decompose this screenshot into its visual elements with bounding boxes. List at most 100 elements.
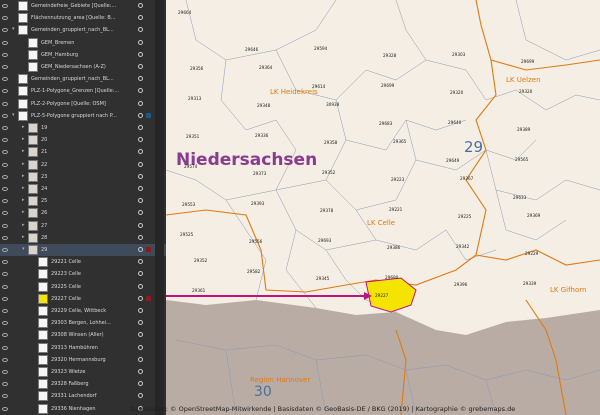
visibility-eye-icon[interactable] [2, 15, 8, 21]
collapse-chevron-icon[interactable]: ▸ [22, 209, 25, 215]
collapse-chevron-icon[interactable]: ▸ [22, 124, 25, 130]
visibility-eye-icon[interactable] [2, 296, 8, 302]
target-circle-icon[interactable] [138, 344, 143, 350]
visibility-eye-icon[interactable] [2, 223, 8, 229]
visibility-eye-icon[interactable] [2, 345, 8, 351]
visibility-eye-icon[interactable] [2, 137, 8, 143]
target-circle-icon[interactable] [138, 76, 143, 82]
target-circle-icon[interactable] [138, 210, 143, 216]
target-circle-icon[interactable] [138, 186, 143, 191]
collapse-chevron-icon[interactable]: ▸ [22, 234, 25, 240]
visibility-eye-icon[interactable] [2, 149, 8, 155]
visibility-eye-icon[interactable] [2, 113, 8, 119]
target-circle-icon[interactable] [138, 283, 143, 289]
visibility-eye-icon[interactable] [2, 162, 8, 168]
visibility-eye-icon[interactable] [2, 259, 8, 265]
visibility-eye-icon[interactable] [2, 125, 8, 131]
layer-row[interactable]: ▾ PLZ-5-Polygone gruppiert nach P... [0, 110, 166, 122]
visibility-eye-icon[interactable] [2, 198, 8, 204]
target-circle-icon[interactable] [138, 198, 143, 204]
visibility-eye-icon[interactable] [2, 88, 8, 94]
expand-chevron-icon[interactable]: ▾ [22, 246, 25, 252]
visibility-eye-icon[interactable] [2, 284, 8, 290]
visibility-eye-icon[interactable] [2, 406, 8, 412]
layer-row[interactable]: ▸ 24 [0, 183, 166, 195]
visibility-eye-icon[interactable] [2, 271, 8, 277]
collapse-chevron-icon[interactable]: ▸ [22, 222, 25, 228]
target-circle-icon[interactable] [138, 308, 143, 313]
layer-row[interactable]: 29328 Faßberg [0, 378, 166, 390]
target-circle-icon[interactable] [138, 112, 143, 118]
target-circle-icon[interactable] [138, 64, 143, 69]
collapse-chevron-icon[interactable]: ▸ [22, 148, 25, 154]
visibility-eye-icon[interactable] [2, 101, 8, 107]
target-circle-icon[interactable] [138, 295, 143, 301]
layer-row[interactable]: Gemeindefreie_Gebiete [Quelle:... [0, 0, 166, 12]
visibility-eye-icon[interactable] [2, 320, 8, 326]
layer-row[interactable]: ▸ 20 [0, 134, 166, 146]
target-circle-icon[interactable] [138, 222, 143, 228]
target-circle-icon[interactable] [138, 88, 143, 94]
visibility-eye-icon[interactable] [2, 76, 8, 82]
visibility-eye-icon[interactable] [2, 247, 8, 253]
layer-row[interactable]: GEM_Niedersachsen (A-Z) [0, 61, 166, 73]
layer-row[interactable]: 29331 Lachendorf [0, 390, 166, 402]
layer-row[interactable]: Gemeinden_gruppiert_nach_BL... [0, 73, 166, 85]
visibility-eye-icon[interactable] [2, 235, 8, 241]
target-circle-icon[interactable] [138, 39, 143, 45]
layer-row[interactable]: 29320 Hermannsburg [0, 354, 166, 366]
visibility-eye-icon[interactable] [2, 369, 8, 375]
target-circle-icon[interactable] [138, 393, 143, 399]
layer-row[interactable]: PLZ-1-Polygone_Grenzen [Quelle:... [0, 85, 166, 97]
target-circle-icon[interactable] [138, 369, 143, 374]
expand-chevron-icon[interactable]: ▾ [12, 26, 15, 32]
layer-row[interactable]: ▸ 19 [0, 122, 166, 134]
layer-row[interactable]: 29303 Bergen, Lohhei... [0, 317, 166, 329]
target-circle-icon[interactable] [138, 51, 143, 57]
expand-chevron-icon[interactable]: ▾ [12, 112, 15, 118]
target-circle-icon[interactable] [138, 100, 143, 106]
layer-row[interactable]: ▾ 29 [0, 244, 166, 256]
visibility-eye-icon[interactable] [2, 40, 8, 46]
visibility-eye-icon[interactable] [2, 210, 8, 216]
visibility-eye-icon[interactable] [2, 27, 8, 33]
layer-row[interactable]: ▸ 26 [0, 207, 166, 219]
layer-row[interactable]: ▸ 28 [0, 232, 166, 244]
target-circle-icon[interactable] [138, 247, 143, 252]
layer-row[interactable]: 29225 Celle [0, 281, 166, 293]
target-circle-icon[interactable] [138, 259, 143, 265]
layer-row[interactable]: ▸ 25 [0, 195, 166, 207]
target-circle-icon[interactable] [138, 149, 143, 155]
collapse-chevron-icon[interactable]: ▸ [22, 161, 25, 167]
layer-row[interactable]: 29223 Celle [0, 268, 166, 280]
collapse-chevron-icon[interactable]: ▸ [22, 136, 25, 142]
layer-row[interactable]: ▸ 27 [0, 220, 166, 232]
layer-row[interactable]: ▾ Gemeinden_gruppiert_nach_BL... [0, 24, 166, 36]
layer-row[interactable]: 29313 Hambühren [0, 342, 166, 354]
target-circle-icon[interactable] [138, 332, 143, 338]
collapse-chevron-icon[interactable]: ▸ [22, 173, 25, 179]
highlight-area-29227[interactable] [365, 277, 417, 313]
visibility-eye-icon[interactable] [2, 357, 8, 363]
visibility-eye-icon[interactable] [2, 186, 8, 192]
layer-row[interactable]: ▸ 22 [0, 159, 166, 171]
layer-row[interactable]: ▸ 23 [0, 171, 166, 183]
target-circle-icon[interactable] [138, 3, 143, 8]
visibility-eye-icon[interactable] [2, 3, 8, 9]
layer-row[interactable]: 29323 Wietze [0, 366, 166, 378]
target-circle-icon[interactable] [138, 137, 143, 143]
layer-row[interactable]: 29221 Celle [0, 256, 166, 268]
layer-row[interactable]: 29308 Winsen (Aller) [0, 329, 166, 341]
visibility-eye-icon[interactable] [2, 308, 8, 314]
layers-scrollbar[interactable] [155, 0, 317, 415]
layer-row[interactable]: 29229 Celle, Wittbeck [0, 305, 166, 317]
layer-row[interactable]: ▸ 21 [0, 146, 166, 158]
collapse-chevron-icon[interactable]: ▸ [22, 197, 25, 203]
target-circle-icon[interactable] [138, 271, 143, 277]
target-circle-icon[interactable] [138, 161, 143, 167]
target-circle-icon[interactable] [138, 27, 143, 33]
visibility-eye-icon[interactable] [2, 174, 8, 180]
target-circle-icon[interactable] [138, 125, 143, 130]
map-canvas[interactable]: 29227 29 30 Niedersachsen LK Heidekreis … [166, 0, 600, 415]
layer-row[interactable]: Flächennutzung_area [Quelle: B... [0, 12, 166, 24]
